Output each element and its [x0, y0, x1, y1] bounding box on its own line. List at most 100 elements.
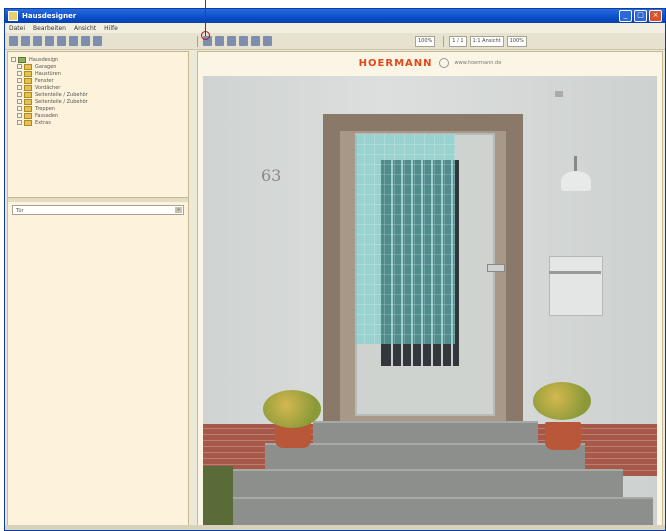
scale-field[interactable]: 100% — [506, 35, 527, 47]
undo-icon[interactable] — [227, 36, 236, 46]
tree-item[interactable]: Garagen — [11, 63, 185, 70]
tool-icon[interactable] — [57, 36, 66, 46]
brand-mark-icon — [438, 58, 449, 68]
house-number: 63 — [261, 166, 282, 185]
pane-splitter[interactable] — [8, 197, 188, 202]
expand-icon[interactable] — [17, 99, 22, 104]
flower-pot — [545, 422, 581, 450]
tree-item[interactable]: Extras — [11, 119, 185, 126]
selection-grid — [355, 134, 455, 344]
folder-icon — [24, 77, 32, 84]
search-button[interactable]: » — [175, 207, 182, 213]
step — [233, 469, 623, 499]
search-value: Tür — [16, 208, 24, 214]
expand-icon[interactable] — [17, 64, 22, 69]
flower-plant — [533, 382, 591, 420]
menu-file[interactable]: Datei — [9, 25, 25, 32]
brand-logo: HOERMANN — [358, 57, 433, 69]
menu-view[interactable]: Ansicht — [74, 25, 96, 32]
crop-icon[interactable] — [251, 36, 260, 46]
brand-header: HOERMANN www.hoermann.de — [198, 52, 662, 74]
tree-label: Garagen — [35, 63, 57, 70]
tree-label: Seitenteile / Zubehör — [35, 91, 88, 98]
ground-plant — [203, 466, 233, 526]
menu-bar: Datei Bearbeiten Ansicht Hilfe — [5, 23, 665, 33]
brand-url: www.hoermann.de — [454, 60, 502, 66]
tree-label: Hausdesign — [29, 56, 59, 63]
tree-label: Haustüren — [35, 70, 61, 77]
tree-item[interactable]: Seitenteile / Zubehör — [11, 91, 185, 98]
house-preview-image[interactable]: 63 — [203, 76, 657, 526]
tree-item[interactable]: Treppen — [11, 105, 185, 112]
tree-item[interactable]: Vordächer — [11, 84, 185, 91]
menu-help[interactable]: Hilfe — [104, 25, 118, 32]
expand-icon[interactable] — [17, 78, 22, 83]
folder-icon — [24, 119, 32, 126]
expand-icon[interactable] — [17, 71, 22, 76]
maximize-button[interactable]: □ — [634, 10, 647, 22]
app-icon — [8, 11, 18, 21]
page-field[interactable]: 1 / 1 — [449, 35, 467, 47]
toolbar: 100% 1 / 1 1:1 Ansicht 100% — [5, 33, 665, 50]
tree-label: Fassaden — [35, 112, 59, 119]
expand-icon[interactable] — [17, 85, 22, 90]
expand-icon[interactable] — [11, 57, 16, 62]
folder-icon — [24, 112, 32, 119]
mail-slot — [549, 271, 601, 274]
tree-item[interactable]: Haustüren — [11, 70, 185, 77]
tree-item[interactable]: Fenster — [11, 77, 185, 84]
window-title: Hausdesigner — [22, 12, 77, 20]
folder-icon — [24, 70, 32, 77]
select-icon[interactable] — [9, 36, 18, 46]
lamp — [561, 171, 591, 191]
flower-plant — [263, 390, 321, 428]
tree-item[interactable]: Fassaden — [11, 112, 185, 119]
expand-icon[interactable] — [17, 113, 22, 118]
door-handle — [487, 264, 505, 272]
callout-marker — [201, 31, 210, 40]
tree-label: Treppen — [35, 105, 55, 112]
folder-icon — [24, 105, 32, 112]
search-input[interactable]: Tür » — [12, 205, 184, 215]
tool-icon[interactable] — [45, 36, 54, 46]
title-bar: Hausdesigner _ □ × — [5, 9, 665, 23]
tool-icon[interactable] — [93, 36, 102, 46]
zoom-out-icon[interactable] — [215, 36, 224, 46]
minimize-button[interactable]: _ — [619, 10, 632, 22]
toolbar-separator — [443, 35, 445, 47]
menu-edit[interactable]: Bearbeiten — [33, 25, 66, 32]
expand-icon[interactable] — [17, 106, 22, 111]
preview-pane: HOERMANN www.hoermann.de 63 — [197, 51, 663, 529]
app-window: Hausdesigner _ □ × Datei Bearbeiten Ansi… — [4, 8, 666, 531]
tree-item[interactable]: Hausdesign — [11, 56, 185, 63]
info-icon[interactable] — [21, 36, 30, 46]
tree-label: Vordächer — [35, 84, 61, 91]
step — [265, 443, 585, 471]
tool-icon[interactable] — [69, 36, 78, 46]
expand-icon[interactable] — [17, 92, 22, 97]
expand-icon[interactable] — [17, 120, 22, 125]
tool-icon[interactable] — [81, 36, 90, 46]
folder-icon — [24, 63, 32, 70]
wall-fixture — [555, 91, 563, 97]
folder-icon — [18, 56, 26, 63]
view-mode-field[interactable]: 1:1 Ansicht — [469, 35, 504, 47]
step — [313, 421, 538, 445]
rotate-icon[interactable] — [263, 36, 272, 46]
tree-item[interactable]: Seitenteile / Zubehör — [11, 98, 185, 105]
folder-icon — [24, 84, 32, 91]
tree-label: Seitenteile / Zubehör — [35, 98, 88, 105]
tree-label: Extras — [35, 119, 51, 126]
redo-icon[interactable] — [239, 36, 248, 46]
toolbar-separator — [197, 35, 198, 47]
category-tree: Hausdesign Garagen Haustüren Fenster Vor… — [8, 52, 188, 130]
zoom-field[interactable]: 100% — [415, 35, 436, 47]
left-pane: Hausdesign Garagen Haustüren Fenster Vor… — [7, 51, 189, 529]
step — [213, 497, 653, 526]
mailbox — [549, 256, 603, 316]
status-bar — [5, 525, 665, 530]
folder-icon — [24, 98, 32, 105]
folder-icon — [24, 91, 32, 98]
tool-icon[interactable] — [33, 36, 42, 46]
close-button[interactable]: × — [649, 10, 662, 22]
